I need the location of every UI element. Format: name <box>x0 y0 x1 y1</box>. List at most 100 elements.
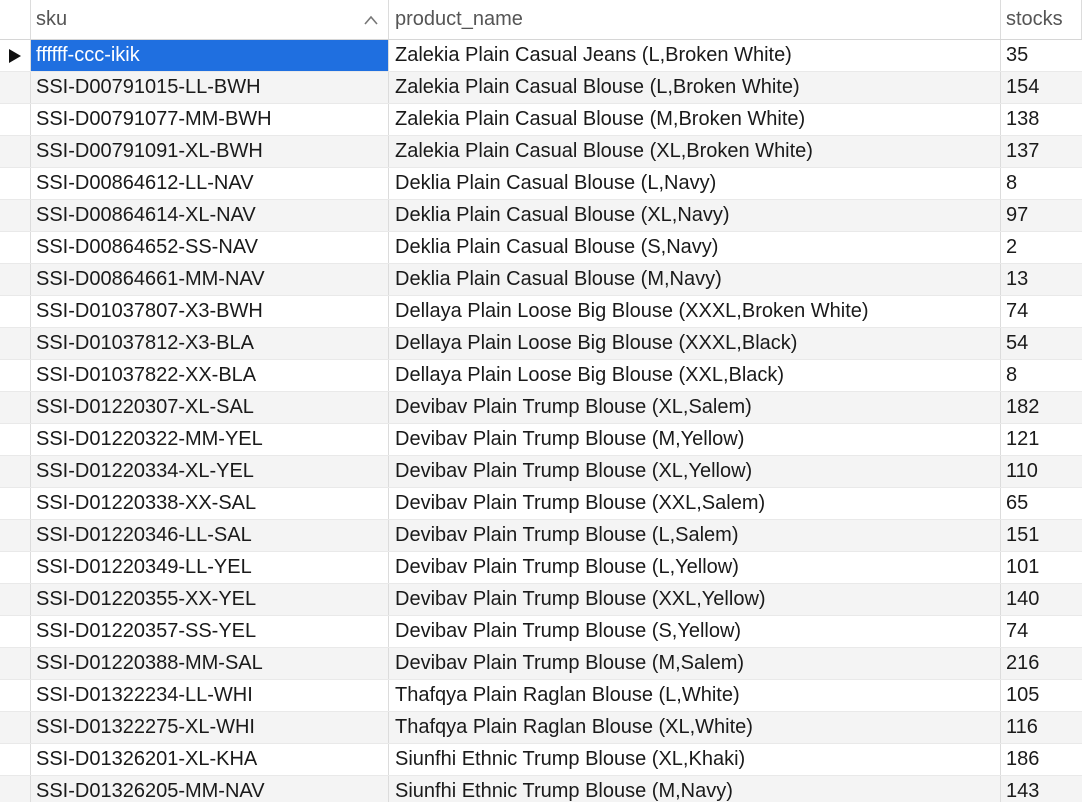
cell-sku[interactable]: SSI-D01326205-MM-NAV <box>31 776 389 802</box>
row-indicator[interactable] <box>0 712 31 743</box>
row-indicator[interactable] <box>0 168 31 199</box>
row-indicator[interactable] <box>0 616 31 647</box>
cell-sku[interactable]: SSI-D01037822-XX-BLA <box>31 360 389 391</box>
cell-sku[interactable]: SSI-D01220388-MM-SAL <box>31 648 389 679</box>
cell-sku[interactable]: SSI-D01220357-SS-YEL <box>31 616 389 647</box>
cell-sku[interactable]: SSI-D01220307-XL-SAL <box>31 392 389 423</box>
cell-product-name[interactable]: Zalekia Plain Casual Jeans (L,Broken Whi… <box>389 40 1001 71</box>
cell-product-name[interactable]: Siunfhi Ethnic Trump Blouse (M,Navy) <box>389 776 1001 802</box>
cell-stocks[interactable]: 13 <box>1001 264 1082 295</box>
cell-sku[interactable]: SSI-D01326201-XL-KHA <box>31 744 389 775</box>
row-indicator[interactable] <box>0 200 31 231</box>
cell-sku[interactable]: SSI-D00864614-XL-NAV <box>31 200 389 231</box>
cell-stocks[interactable]: 216 <box>1001 648 1082 679</box>
table-row[interactable]: SSI-D01037812-X3-BLA Dellaya Plain Loose… <box>0 328 1082 360</box>
row-indicator[interactable] <box>0 584 31 615</box>
cell-sku[interactable]: SSI-D00791015-LL-BWH <box>31 72 389 103</box>
cell-stocks[interactable]: 101 <box>1001 552 1082 583</box>
cell-stocks[interactable]: 151 <box>1001 520 1082 551</box>
cell-sku[interactable]: SSI-D01220349-LL-YEL <box>31 552 389 583</box>
cell-sku[interactable]: SSI-D01220322-MM-YEL <box>31 424 389 455</box>
column-header-sku[interactable]: sku <box>31 0 389 39</box>
cell-stocks[interactable]: 143 <box>1001 776 1082 802</box>
cell-stocks[interactable]: 137 <box>1001 136 1082 167</box>
cell-product-name[interactable]: Devibav Plain Trump Blouse (M,Yellow) <box>389 424 1001 455</box>
column-header-stocks[interactable]: stocks <box>1001 0 1082 39</box>
table-row[interactable]: SSI-D01220355-XX-YEL Devibav Plain Trump… <box>0 584 1082 616</box>
table-row[interactable]: SSI-D01220388-MM-SAL Devibav Plain Trump… <box>0 648 1082 680</box>
table-row[interactable]: SSI-D00864652-SS-NAV Deklia Plain Casual… <box>0 232 1082 264</box>
row-indicator[interactable] <box>0 360 31 391</box>
table-row[interactable]: SSI-D00864661-MM-NAV Deklia Plain Casual… <box>0 264 1082 296</box>
row-indicator[interactable] <box>0 72 31 103</box>
cell-product-name[interactable]: Zalekia Plain Casual Blouse (M,Broken Wh… <box>389 104 1001 135</box>
cell-product-name[interactable]: Dellaya Plain Loose Big Blouse (XXXL,Bla… <box>389 328 1001 359</box>
table-row[interactable]: SSI-D00791077-MM-BWH Zalekia Plain Casua… <box>0 104 1082 136</box>
cell-sku[interactable]: SSI-D00791091-XL-BWH <box>31 136 389 167</box>
cell-stocks[interactable]: 110 <box>1001 456 1082 487</box>
cell-stocks[interactable]: 8 <box>1001 360 1082 391</box>
cell-product-name[interactable]: Devibav Plain Trump Blouse (S,Yellow) <box>389 616 1001 647</box>
cell-stocks[interactable]: 105 <box>1001 680 1082 711</box>
cell-sku[interactable]: SSI-D00791077-MM-BWH <box>31 104 389 135</box>
table-row[interactable]: SSI-D01220307-XL-SAL Devibav Plain Trump… <box>0 392 1082 424</box>
table-row[interactable]: SSI-D00791015-LL-BWH Zalekia Plain Casua… <box>0 72 1082 104</box>
cell-stocks[interactable]: 154 <box>1001 72 1082 103</box>
row-indicator[interactable] <box>0 648 31 679</box>
cell-product-name[interactable]: Deklia Plain Casual Blouse (L,Navy) <box>389 168 1001 199</box>
cell-product-name[interactable]: Devibav Plain Trump Blouse (XXL,Yellow) <box>389 584 1001 615</box>
row-indicator[interactable] <box>0 680 31 711</box>
cell-sku[interactable]: SSI-D01037807-X3-BWH <box>31 296 389 327</box>
cell-product-name[interactable]: Devibav Plain Trump Blouse (L,Salem) <box>389 520 1001 551</box>
cell-product-name[interactable]: Dellaya Plain Loose Big Blouse (XXL,Blac… <box>389 360 1001 391</box>
cell-product-name[interactable]: Devibav Plain Trump Blouse (L,Yellow) <box>389 552 1001 583</box>
cell-stocks[interactable]: 8 <box>1001 168 1082 199</box>
table-row[interactable]: SSI-D01220349-LL-YEL Devibav Plain Trump… <box>0 552 1082 584</box>
row-indicator[interactable] <box>0 296 31 327</box>
cell-stocks[interactable]: 116 <box>1001 712 1082 743</box>
row-indicator[interactable] <box>0 776 31 802</box>
row-indicator[interactable] <box>0 488 31 519</box>
table-row[interactable]: SSI-D00864612-LL-NAV Deklia Plain Casual… <box>0 168 1082 200</box>
table-row[interactable]: SSI-D01220322-MM-YEL Devibav Plain Trump… <box>0 424 1082 456</box>
table-row[interactable]: SSI-D01220357-SS-YEL Devibav Plain Trump… <box>0 616 1082 648</box>
cell-product-name[interactable]: Zalekia Plain Casual Blouse (XL,Broken W… <box>389 136 1001 167</box>
cell-stocks[interactable]: 138 <box>1001 104 1082 135</box>
row-indicator[interactable] <box>0 424 31 455</box>
row-indicator[interactable] <box>0 328 31 359</box>
cell-product-name[interactable]: Devibav Plain Trump Blouse (XL,Yellow) <box>389 456 1001 487</box>
cell-sku[interactable]: SSI-D01322275-XL-WHI <box>31 712 389 743</box>
table-row[interactable]: SSI-D01037822-XX-BLA Dellaya Plain Loose… <box>0 360 1082 392</box>
cell-product-name[interactable]: Dellaya Plain Loose Big Blouse (XXXL,Bro… <box>389 296 1001 327</box>
table-row[interactable]: SSI-D01326205-MM-NAV Siunfhi Ethnic Trum… <box>0 776 1082 802</box>
cell-stocks[interactable]: 186 <box>1001 744 1082 775</box>
cell-sku[interactable]: SSI-D00864661-MM-NAV <box>31 264 389 295</box>
cell-product-name[interactable]: Zalekia Plain Casual Blouse (L,Broken Wh… <box>389 72 1001 103</box>
cell-product-name[interactable]: Thafqya Plain Raglan Blouse (XL,White) <box>389 712 1001 743</box>
row-indicator[interactable] <box>0 264 31 295</box>
cell-sku[interactable]: SSI-D01220338-XX-SAL <box>31 488 389 519</box>
cell-stocks[interactable]: 2 <box>1001 232 1082 263</box>
cell-stocks[interactable]: 140 <box>1001 584 1082 615</box>
cell-sku[interactable]: SSI-D01220346-LL-SAL <box>31 520 389 551</box>
cell-product-name[interactable]: Thafqya Plain Raglan Blouse (L,White) <box>389 680 1001 711</box>
table-row[interactable]: SSI-D01220334-XL-YEL Devibav Plain Trump… <box>0 456 1082 488</box>
table-row[interactable]: SSI-D01326201-XL-KHA Siunfhi Ethnic Trum… <box>0 744 1082 776</box>
cell-product-name[interactable]: Deklia Plain Casual Blouse (M,Navy) <box>389 264 1001 295</box>
table-row[interactable]: SSI-D01322234-LL-WHI Thafqya Plain Ragla… <box>0 680 1082 712</box>
table-row[interactable]: SSI-D00791091-XL-BWH Zalekia Plain Casua… <box>0 136 1082 168</box>
cell-sku[interactable]: SSI-D01220355-XX-YEL <box>31 584 389 615</box>
cell-product-name[interactable]: Deklia Plain Casual Blouse (S,Navy) <box>389 232 1001 263</box>
cell-sku[interactable]: SSI-D01322234-LL-WHI <box>31 680 389 711</box>
cell-product-name[interactable]: Devibav Plain Trump Blouse (XL,Salem) <box>389 392 1001 423</box>
cell-stocks[interactable]: 74 <box>1001 616 1082 647</box>
row-indicator[interactable] <box>0 136 31 167</box>
cell-stocks[interactable]: 65 <box>1001 488 1082 519</box>
cell-stocks[interactable]: 121 <box>1001 424 1082 455</box>
table-row[interactable]: SSI-D01220338-XX-SAL Devibav Plain Trump… <box>0 488 1082 520</box>
cell-stocks[interactable]: 182 <box>1001 392 1082 423</box>
table-row[interactable]: SSI-D01220346-LL-SAL Devibav Plain Trump… <box>0 520 1082 552</box>
table-row[interactable]: SSI-D01322275-XL-WHI Thafqya Plain Ragla… <box>0 712 1082 744</box>
table-row[interactable]: ffffff-ccc-ikik Zalekia Plain Casual Jea… <box>0 40 1082 72</box>
cell-product-name[interactable]: Devibav Plain Trump Blouse (XXL,Salem) <box>389 488 1001 519</box>
